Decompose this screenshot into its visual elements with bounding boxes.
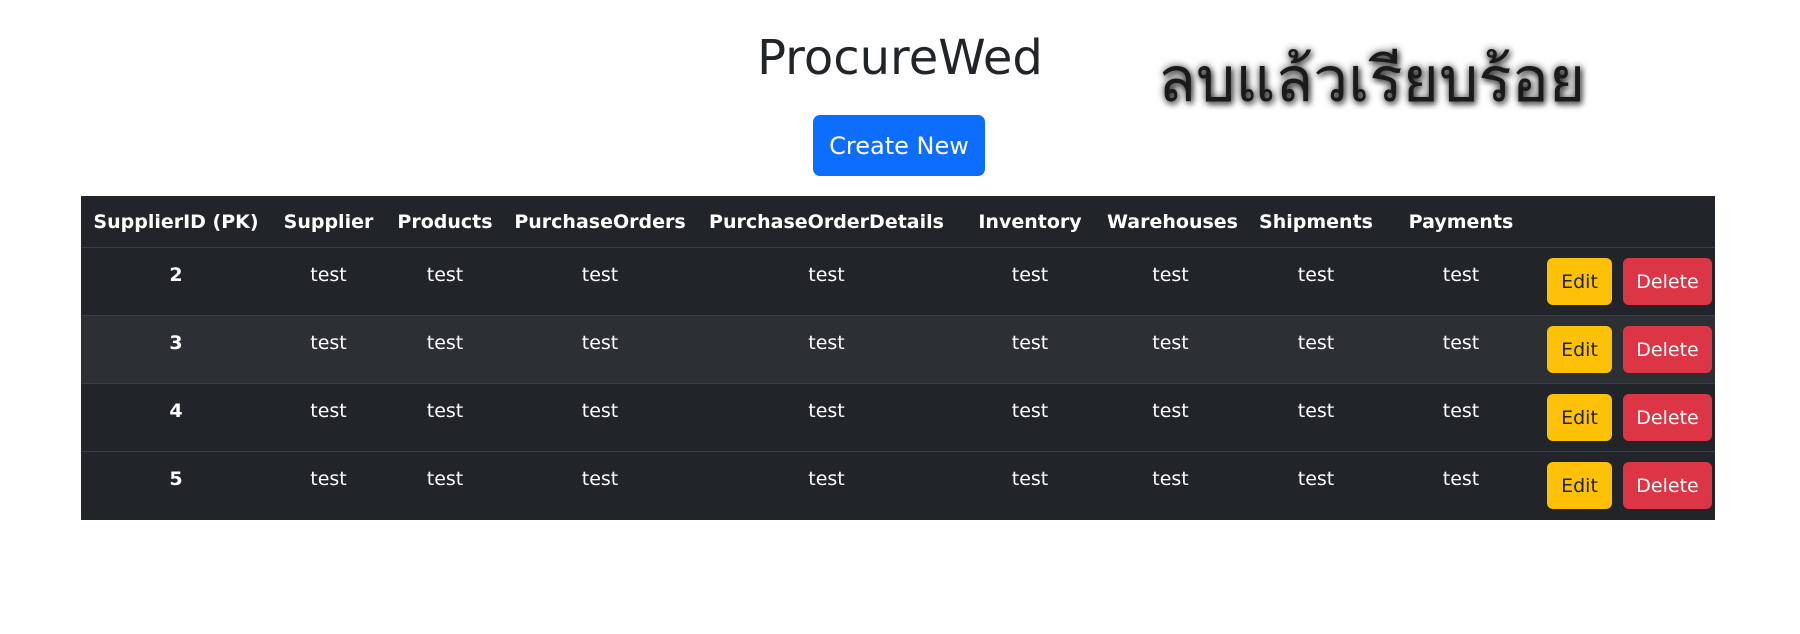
edit-button[interactable]: Edit bbox=[1547, 326, 1612, 373]
table-cell: test bbox=[1103, 383, 1238, 452]
table-cell: test bbox=[504, 383, 696, 452]
table-cell: test bbox=[1103, 247, 1238, 316]
table-cell: test bbox=[504, 247, 696, 316]
table-row: 3 test test test test test test test tes… bbox=[81, 315, 1715, 384]
page: ProcureWed ลบแล้วเรียบร้อย Create New Su… bbox=[0, 0, 1800, 634]
table-cell: test bbox=[957, 383, 1103, 452]
table-header-row: SupplierID (PK) Supplier Products Purcha… bbox=[81, 196, 1715, 248]
table-cell: test bbox=[1394, 383, 1528, 452]
table-cell: test bbox=[1011, 468, 1049, 490]
edit-button[interactable]: Edit bbox=[1547, 462, 1612, 509]
column-header-actions bbox=[1528, 196, 1715, 248]
column-header: Products bbox=[386, 196, 504, 248]
table-cell: test bbox=[1297, 468, 1335, 490]
table-cell: test bbox=[1238, 315, 1394, 384]
table-cell: test bbox=[696, 383, 957, 452]
column-header: PurchaseOrders bbox=[504, 196, 696, 248]
row-actions: Edit Delete bbox=[1528, 452, 1715, 520]
table-cell: test bbox=[386, 247, 504, 316]
table-cell: test bbox=[696, 247, 957, 316]
table-cell: test bbox=[271, 383, 386, 452]
column-header: PurchaseOrderDetails bbox=[696, 196, 957, 248]
table-cell: test bbox=[581, 468, 619, 490]
row-actions: Edit Delete bbox=[1528, 247, 1715, 316]
delete-button[interactable]: Delete bbox=[1623, 258, 1712, 305]
supplier-id-cell: 4 bbox=[81, 383, 271, 452]
delete-button[interactable]: Delete bbox=[1623, 394, 1712, 441]
column-header: Payments bbox=[1394, 196, 1528, 248]
table-cell: test bbox=[1238, 383, 1394, 452]
row-actions: Edit Delete bbox=[1528, 383, 1715, 452]
supplier-id-cell: 3 bbox=[81, 315, 271, 384]
delete-button[interactable]: Delete bbox=[1623, 326, 1712, 373]
supplier-id-cell: 5 bbox=[169, 468, 183, 490]
suppliers-table: SupplierID (PK) Supplier Products Purcha… bbox=[81, 196, 1715, 520]
table-row: 4 test test test test test test test tes… bbox=[81, 383, 1715, 452]
table-cell: test bbox=[808, 468, 845, 490]
table-cell: test bbox=[426, 468, 464, 490]
table-cell: test bbox=[1238, 247, 1394, 316]
column-header: Warehouses bbox=[1103, 196, 1238, 248]
table-cell: test bbox=[1103, 315, 1238, 384]
table-cell: test bbox=[271, 315, 386, 384]
table-cell: test bbox=[1442, 468, 1480, 490]
column-header: SupplierID (PK) bbox=[81, 196, 271, 248]
table-cell: test bbox=[696, 315, 957, 384]
table-cell: test bbox=[1394, 247, 1528, 316]
column-header: Inventory bbox=[957, 196, 1103, 248]
delete-button[interactable]: Delete bbox=[1623, 462, 1712, 509]
column-header: Shipments bbox=[1238, 196, 1394, 248]
table-cell: test bbox=[1152, 468, 1189, 490]
table-cell: test bbox=[957, 315, 1103, 384]
table-cell: test bbox=[386, 315, 504, 384]
edit-button[interactable]: Edit bbox=[1547, 258, 1612, 305]
table-cell: test bbox=[1394, 315, 1528, 384]
table-row: 5 test test test test test test test tes… bbox=[81, 452, 1715, 520]
edit-button[interactable]: Edit bbox=[1547, 394, 1612, 441]
table-row: 2 test test test test test test test tes… bbox=[81, 247, 1715, 316]
column-header: Supplier bbox=[271, 196, 386, 248]
create-new-button[interactable]: Create New bbox=[813, 115, 985, 176]
table-cell: test bbox=[271, 247, 386, 316]
row-actions: Edit Delete bbox=[1528, 315, 1715, 384]
supplier-id-cell: 2 bbox=[81, 247, 271, 316]
deleted-success-message: ลบแล้วเรียบร้อย bbox=[1158, 43, 1586, 116]
table-cell: test bbox=[957, 247, 1103, 316]
table-cell: test bbox=[310, 468, 347, 490]
table-cell: test bbox=[504, 315, 696, 384]
table-cell: test bbox=[386, 383, 504, 452]
